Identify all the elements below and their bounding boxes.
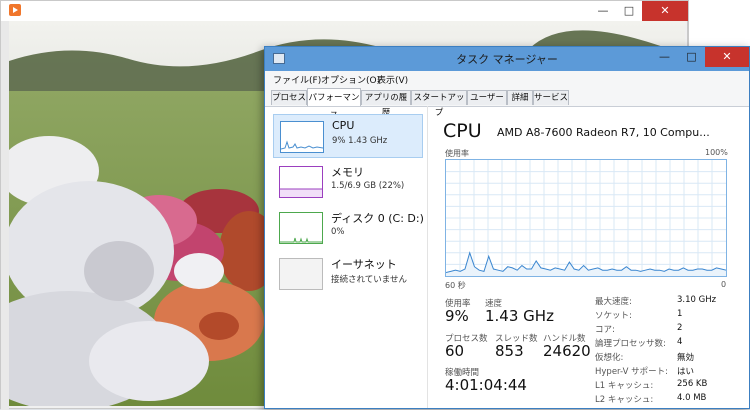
graph-max-label: 100%	[705, 148, 728, 157]
disk-thumbnail	[279, 212, 323, 244]
resource-cpu-name: CPU	[332, 119, 355, 132]
menu-bar: ファイル(F) オプション(O) 表示(V)	[265, 71, 749, 88]
spec-logical-value: 4	[677, 337, 683, 347]
bg-title-bar: — □ ✕	[1, 1, 688, 21]
tm-close-button[interactable]: ✕	[705, 47, 749, 67]
spec-virtualization-label: 仮想化:	[595, 353, 624, 363]
handles-value: 24620	[543, 342, 591, 360]
tab-processes[interactable]: プロセス	[271, 90, 307, 105]
bg-side-strip	[1, 21, 9, 410]
spec-logical-label: 論理プロセッサ数:	[595, 339, 666, 349]
memory-mini-graph	[280, 188, 322, 197]
graph-zero-label: 0	[721, 280, 727, 289]
tm-maximize-button[interactable]: □	[678, 47, 705, 67]
spec-sockets-label: ソケット:	[595, 311, 632, 321]
menu-options[interactable]: オプション(O)	[321, 73, 380, 86]
tab-performance[interactable]: パフォーマンス	[307, 88, 361, 121]
resource-memory-name: メモリ	[331, 166, 364, 179]
tab-app-history[interactable]: アプリの履歴	[361, 90, 411, 118]
spec-l1-value: 256 KB	[677, 379, 708, 389]
memory-thumbnail	[279, 166, 323, 198]
resource-disk-name: ディスク 0 (C: D:)	[331, 212, 424, 225]
usage-value: 9%	[445, 307, 469, 325]
cpu-usage-graph	[445, 159, 727, 277]
spec-max-speed-value: 3.10 GHz	[677, 295, 717, 305]
resource-list: CPU 9% 1.43 GHz メモリ 1.5/6.9 GB (22%) ディス…	[265, 106, 428, 408]
bg-minimize-button[interactable]: —	[590, 1, 616, 21]
graph-usage-label: 使用率	[445, 149, 469, 158]
task-manager-window: タスク マネージャー — □ ✕ ファイル(F) オプション(O) 表示(V) …	[264, 46, 750, 409]
tab-startup[interactable]: スタートアップ	[411, 90, 467, 118]
resource-disk-value: 0%	[331, 227, 345, 237]
spec-sockets-value: 1	[677, 309, 683, 319]
tm-minimize-button[interactable]: —	[651, 47, 678, 67]
resource-ethernet-name: イーサネット	[331, 258, 397, 271]
spec-cores-value: 2	[677, 323, 683, 333]
speed-value: 1.43 GHz	[485, 307, 554, 325]
processes-value: 60	[445, 342, 465, 360]
spec-l2-label: L2 キャッシュ:	[595, 395, 654, 405]
spec-l1-label: L1 キャッシュ:	[595, 381, 654, 391]
detail-title: CPU	[443, 120, 482, 142]
cpu-history-chart	[445, 160, 727, 276]
spec-l2-value: 4.0 MB	[677, 393, 707, 403]
disk-mini-graph	[280, 237, 322, 243]
cpu-mini-graph	[280, 140, 324, 150]
tab-bar: プロセス パフォーマンス アプリの履歴 スタートアップ ユーザー 詳細 サービス	[265, 88, 749, 121]
resource-memory-value: 1.5/6.9 GB (22%)	[331, 181, 405, 191]
bg-maximize-button[interactable]: □	[616, 1, 642, 21]
resource-cpu[interactable]: CPU 9% 1.43 GHz	[273, 114, 423, 158]
tm-title-bar[interactable]: タスク マネージャー — □ ✕	[265, 47, 749, 71]
menu-file[interactable]: ファイル(F)	[273, 73, 321, 86]
spec-cores-label: コア:	[595, 325, 615, 335]
spec-hyperv-label: Hyper-V サポート:	[595, 367, 668, 377]
media-player-icon[interactable]	[9, 4, 21, 16]
resource-disk[interactable]: ディスク 0 (C: D:) 0%	[273, 206, 424, 250]
ethernet-thumbnail	[279, 258, 323, 290]
tab-details[interactable]: 詳細	[507, 90, 533, 105]
spec-hyperv-value: はい	[677, 367, 695, 377]
resource-ethernet-value: 接続されていません	[331, 275, 407, 285]
threads-value: 853	[495, 342, 524, 360]
spec-virtualization-value: 無効	[677, 353, 695, 363]
tab-services[interactable]: サービス	[533, 90, 569, 105]
cpu-thumbnail	[280, 121, 324, 153]
bg-close-button[interactable]: ✕	[642, 1, 688, 21]
menu-view[interactable]: 表示(V)	[377, 73, 408, 86]
cpu-detail-panel: CPU AMD A8-7600 Radeon R7, 10 Compu... 使…	[437, 106, 749, 408]
cpu-model: AMD A8-7600 Radeon R7, 10 Compu...	[497, 126, 710, 139]
spec-max-speed-label: 最大速度:	[595, 297, 632, 307]
graph-time-label: 60 秒	[445, 281, 466, 290]
tab-users[interactable]: ユーザー	[467, 90, 507, 105]
resource-memory[interactable]: メモリ 1.5/6.9 GB (22%)	[273, 160, 423, 204]
resource-ethernet[interactable]: イーサネット 接続されていません	[273, 252, 423, 296]
uptime-value: 4:01:04:44	[445, 376, 527, 394]
resource-cpu-value: 9% 1.43 GHz	[332, 136, 388, 146]
